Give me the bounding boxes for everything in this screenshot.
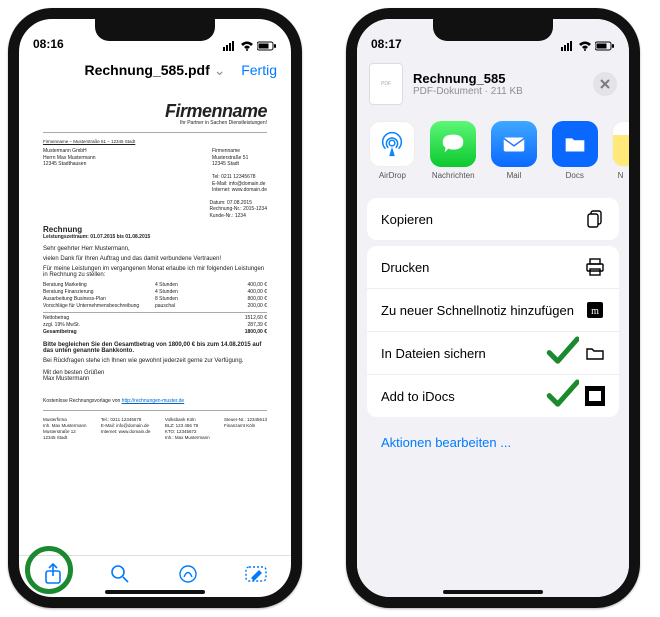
copy-icon — [585, 209, 605, 229]
period: Leistungszeitraum: 01.07.2015 bis 01.08.… — [43, 234, 267, 240]
greeting: Sehr geehrter Herr Mustermann, — [43, 246, 267, 252]
para1: vielen Dank für Ihren Auftrag und das da… — [43, 256, 267, 262]
brand-heading: Firmenname — [43, 101, 267, 122]
foot-col3: Volksbank Köln BLZ: 123 456 78 KTO: 1234… — [165, 417, 210, 440]
share-sheet-header: PDF Rechnung_585 PDF-Dokument · 211 KB — [357, 53, 629, 115]
invoice-heading: Rechnung — [43, 225, 267, 234]
doc-title: Rechnung_585.pdf — [85, 62, 210, 78]
share-apps-row[interactable]: AirDrop Nachrichten Mail Docs — [357, 115, 629, 192]
battery-icon — [595, 41, 615, 51]
line-items: Beratung Marketing4 Stunden400,00 € Bera… — [43, 282, 267, 336]
action-quicknote[interactable]: Zu neuer Schnellnotiz hinzufügen m — [367, 289, 619, 332]
notes-icon — [612, 121, 629, 167]
footer-note: Kostenlose Rechnungsvorlage von — [43, 398, 122, 404]
action-label: Add to iDocs — [381, 389, 455, 404]
mail-icon — [491, 121, 537, 167]
action-label: In Dateien sichern — [381, 346, 486, 361]
navbar: Rechnung_585.pdf ⌄ Fertig — [19, 53, 291, 87]
messages-icon — [430, 121, 476, 167]
compose-icon[interactable] — [245, 566, 267, 587]
status-icons — [223, 41, 277, 51]
app-label: AirDrop — [369, 171, 416, 180]
share-title: Rechnung_585 — [413, 71, 523, 86]
chevron-down-icon[interactable]: ⌄ — [214, 62, 226, 79]
wifi-icon — [578, 41, 592, 51]
edit-actions-link[interactable]: Aktionen bearbeiten ... — [357, 423, 629, 462]
sender-line: Firmenname – Musterstraße 51 – 12345 Sta… — [43, 139, 267, 144]
notch — [433, 19, 553, 41]
action-add-idocs[interactable]: Add to iDocs — [367, 375, 619, 417]
phone-right: 08:17 PDF Rechnung_585 PDF-Dokument · 21… — [346, 8, 640, 608]
notch — [95, 19, 215, 41]
clock: 08:17 — [371, 37, 402, 51]
app-notes-partial[interactable]: N — [612, 121, 629, 180]
pay-instruction: Bitte begleichen Sie den Gesamtbetrag vo… — [43, 342, 267, 354]
foot-col1: Musterfirma Inh. Max Mustermann Musterst… — [43, 417, 87, 440]
signal-icon — [223, 41, 237, 51]
svg-text:m: m — [591, 306, 599, 317]
signature: Mit den besten Grüßen Max Mustermann — [43, 370, 267, 382]
share-subtitle: PDF-Dokument · 211 KB — [413, 86, 523, 97]
app-label: Mail — [491, 171, 538, 180]
foot-col2: Tel.: 0211 12345678 E-Mail: info@domain.… — [101, 417, 151, 440]
action-label: Kopieren — [381, 212, 433, 227]
close-button[interactable] — [593, 72, 617, 96]
invoice-meta: Datum: 07.08.2015 Rechnung-Nr.: 2015-123… — [209, 200, 267, 220]
footer-link: http://rechnungen-muster.de — [122, 398, 185, 404]
action-group-2: Drucken Zu neuer Schnellnotiz hinzufügen… — [367, 246, 619, 417]
docs-icon — [552, 121, 598, 167]
idocs-icon — [585, 386, 605, 406]
action-label: Zu neuer Schnellnotiz hinzufügen — [381, 303, 574, 318]
app-docs[interactable]: Docs — [551, 121, 598, 180]
annotation-check — [545, 377, 579, 414]
app-label: Docs — [551, 171, 598, 180]
close-icon — [600, 79, 610, 89]
action-print[interactable]: Drucken — [367, 246, 619, 289]
airdrop-icon — [369, 121, 415, 167]
signal-icon — [561, 41, 575, 51]
company-addr: Firmenname Musterstraße 51 12345 Stadt T… — [212, 148, 267, 194]
pdf-page: Firmenname Ihr Partner in Sachen Dienstl… — [29, 91, 281, 569]
doc-thumbnail: PDF — [369, 63, 403, 105]
markup-icon[interactable] — [178, 564, 198, 589]
action-label: Drucken — [381, 260, 429, 275]
app-label: Nachrichten — [430, 171, 477, 180]
annotation-check — [545, 334, 579, 371]
home-indicator[interactable] — [443, 590, 543, 594]
app-messages[interactable]: Nachrichten — [430, 121, 477, 180]
foot-col4: Steuer-Nr.: 12345613 Finanzamt Köln — [224, 417, 267, 440]
app-label: N — [612, 171, 629, 180]
phone-left: 08:16 Rechnung_585.pdf ⌄ Fertig Firmenna… — [8, 8, 302, 608]
quicknote-icon: m — [585, 300, 605, 320]
action-group-1: Kopieren — [367, 198, 619, 240]
recipient-addr: Mustermann GmbH Herrn Max Mustermann 123… — [43, 148, 96, 194]
app-airdrop[interactable]: AirDrop — [369, 121, 416, 180]
para2: Für meine Leistungen im vergangenen Mona… — [43, 266, 267, 278]
share-icon[interactable] — [43, 563, 63, 590]
status-icons — [561, 41, 615, 51]
search-icon[interactable] — [110, 564, 130, 589]
app-mail[interactable]: Mail — [491, 121, 538, 180]
action-copy[interactable]: Kopieren — [367, 198, 619, 240]
print-icon — [585, 257, 605, 277]
wifi-icon — [240, 41, 254, 51]
folder-icon — [585, 343, 605, 363]
para3: Bei Rückfragen stehe ich Ihnen wie gewoh… — [43, 358, 267, 364]
battery-icon — [257, 41, 277, 51]
clock: 08:16 — [33, 37, 64, 51]
done-button[interactable]: Fertig — [241, 62, 277, 78]
home-indicator[interactable] — [105, 590, 205, 594]
action-save-files[interactable]: In Dateien sichern — [367, 332, 619, 375]
brand-tagline: Ihr Partner in Sachen Dienstleistungen! — [43, 120, 267, 126]
